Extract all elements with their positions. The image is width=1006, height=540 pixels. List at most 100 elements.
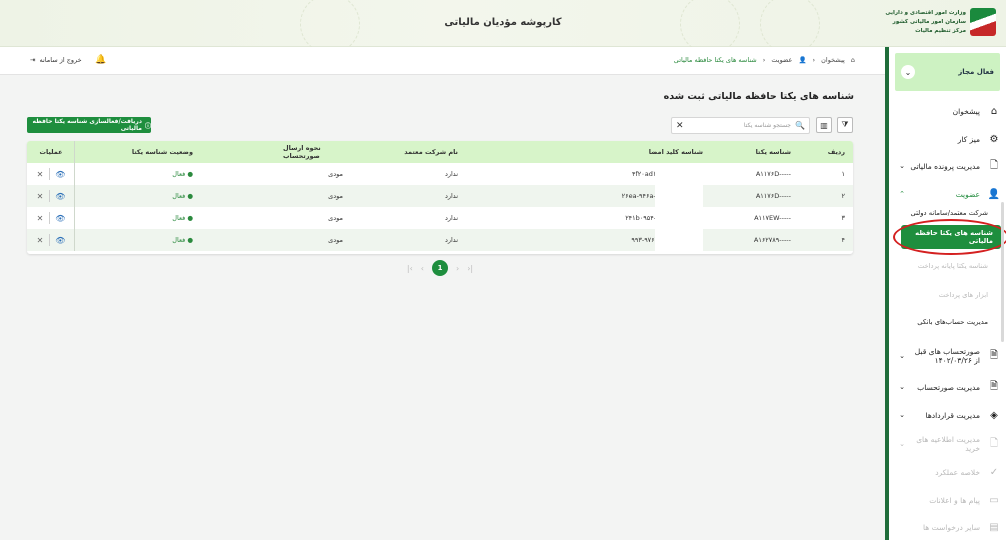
sidebar-item-label: سایر درخواست ها <box>922 522 980 532</box>
send-method: مودی <box>328 192 343 200</box>
view-icon[interactable]: 👁 <box>55 236 65 245</box>
row-actions: ✕ 👁 <box>27 229 75 251</box>
search-icon: 🔍 <box>795 121 805 130</box>
status-badge: فعال ● <box>172 236 193 244</box>
row-number: ۲ <box>841 192 846 200</box>
status-text: فعال <box>172 214 186 222</box>
column-header-status: وضعیت شناسه یکتا <box>131 148 193 156</box>
status-badge: فعال ● <box>172 170 193 178</box>
view-icon[interactable]: 👁 <box>55 214 65 223</box>
row-actions: ✕ 👁 <box>27 207 75 229</box>
column-header-trusted-company: نام شرکت معتمد <box>404 148 458 156</box>
sidebar-item-label: عضویت <box>955 189 980 199</box>
delete-icon[interactable]: ✕ <box>37 170 44 179</box>
submenu-payment-terminal: شناسه یکتا پایانه پرداخت <box>917 262 988 270</box>
redaction-mask <box>655 207 703 229</box>
breadcrumb: ⌂ پیشخوان ‹ 👤 عضویت ‹ شناسه های یکتا حاف… <box>674 56 855 64</box>
logout-button[interactable]: ⇥ خروج از سامانه <box>30 56 82 64</box>
unique-id: A۱۱۷۶D----- <box>755 192 791 200</box>
sidebar-scrollbar[interactable] <box>1001 202 1004 342</box>
sidebar-item-label: صورتحساب های قبل از ۱۴۰۲/۰۳/۲۶ <box>914 347 980 365</box>
redaction-mask <box>655 163 703 185</box>
bell-icon[interactable]: 🔔 <box>95 55 106 65</box>
request-icon: ▤ <box>989 521 999 533</box>
sidebar-item-messages: ▭ پیام ها و اعلانات <box>889 490 1006 510</box>
breadcrumb-dashboard[interactable]: پیشخوان <box>821 56 845 64</box>
send-method: مودی <box>328 214 343 222</box>
sidebar-item-dashboard[interactable]: ⌂ پیشخوان <box>889 101 1006 121</box>
view-icon[interactable]: 👁 <box>55 170 65 179</box>
sidebar-item-label: مدیریت اطلاعیه های خرید <box>916 435 980 453</box>
column-header-signing-key: شناسه کلید امضا <box>648 148 703 156</box>
chevron-down-icon: ⌄ <box>899 411 905 419</box>
search-box[interactable]: 🔍 جستجو شناسه یکتا ✕ <box>671 117 810 134</box>
row-number: ۴ <box>841 236 846 244</box>
home-icon: ⌂ <box>990 105 998 117</box>
search-input[interactable]: جستجو شناسه یکتا <box>684 122 795 129</box>
column-header-actions: عملیات <box>39 148 63 156</box>
first-page-icon[interactable]: |‹ <box>407 264 413 273</box>
trusted-company: ندارد <box>444 214 458 222</box>
redaction-mask <box>655 185 703 207</box>
status-badge: فعال ● <box>172 192 193 200</box>
sidebar-item-purchase-notices: 🗋 مدیریت اطلاعیه های خرید ⌄ <box>889 434 1006 454</box>
user-status-block[interactable]: فعال مجاز ⌄ <box>895 53 1000 91</box>
receive-unique-id-button[interactable]: ⓘ دریافت/فعالسازی شناسه یکتا حافظه مالیا… <box>27 117 151 133</box>
pagination: |‹ ‹ 1 › ›| <box>395 259 485 277</box>
chevron-down-icon: ⌄ <box>899 352 905 360</box>
view-icon[interactable]: 👁 <box>55 192 65 201</box>
sidebar-item-contracts[interactable]: ◈ مدیریت قراردادها ⌄ <box>889 405 1006 425</box>
sidebar-item-label: خلاصه عملکرد <box>935 467 980 477</box>
logo-line: سازمان امور مالیاتی کشور <box>892 18 966 25</box>
table-row: ۴ A۱۶۲۷۸۹----- ۹۹۳-۹۷۶۷-۷۸c۶۴۴۳۴۸۸۵e ندا… <box>27 229 853 251</box>
redaction-mask <box>655 229 703 251</box>
user-icon: 👤 <box>798 56 807 64</box>
delete-icon[interactable]: ✕ <box>37 214 44 223</box>
user-status-label: فعال مجاز <box>958 68 994 76</box>
submenu-bank-accounts[interactable]: مدیریت حساب‌های بانکی <box>889 318 1006 326</box>
delete-icon[interactable]: ✕ <box>37 236 44 245</box>
sidebar-item-label: مدیریت پرونده مالیاتی <box>910 161 980 171</box>
sidebar-item-other-requests: ▤ سایر درخواست ها <box>889 517 1006 537</box>
invoice-icon: 🗎 <box>989 380 999 392</box>
page-button-current[interactable]: 1 <box>432 260 448 276</box>
submenu-unique-ids-active[interactable]: شناسه های یکتا حافظه مالیاتی <box>893 219 1006 255</box>
contract-icon: ◈ <box>990 409 998 421</box>
top-bar: ⌂ پیشخوان ‹ 👤 عضویت ‹ شناسه های یکتا حاف… <box>0 47 885 75</box>
table-row: ۲ A۱۱۷۶D----- ۲۶ea-۹۴۶a-۳۲۶۳۳c۱d۲da۴۵ ند… <box>27 185 853 207</box>
columns-button[interactable]: ▥ <box>816 117 832 133</box>
table-row: ۳ A۱۱۷EW----- ۲۴۱b۰۹۵۴-۰۰۱۲۱۲۹ea۱e۹۳ ندا… <box>27 207 853 229</box>
column-divider <box>74 185 75 207</box>
sidebar-item-invoices[interactable]: 🗎 مدیریت صورتحساب ⌄ <box>889 377 1006 397</box>
next-page-icon[interactable]: › <box>456 264 459 273</box>
status-text: فعال <box>172 192 186 200</box>
column-header-row-number: ردیف <box>827 148 845 156</box>
action-divider <box>49 212 50 224</box>
trusted-company: ندارد <box>444 170 458 178</box>
chevron-down-icon[interactable]: ⌄ <box>901 65 915 79</box>
row-actions: ✕ 👁 <box>27 163 75 185</box>
prev-page-icon[interactable]: ‹ <box>421 264 424 273</box>
filter-button[interactable]: ⧩ <box>837 117 853 133</box>
send-method: مودی <box>328 236 343 244</box>
invoice-icon: 🗎 <box>989 349 999 361</box>
columns-icon: ▥ <box>820 120 828 130</box>
delete-icon[interactable]: ✕ <box>37 192 44 201</box>
emblem-icon <box>970 8 996 36</box>
unique-id: A۱۶۲۷۸۹----- <box>753 236 791 244</box>
logo-line: مرکز تنظیم مالیات <box>915 27 966 34</box>
sidebar-item-old-invoices[interactable]: 🗎 صورتحساب های قبل از ۱۴۰۲/۰۳/۲۶ ⌄ <box>889 342 1006 370</box>
last-page-icon[interactable]: ›| <box>467 264 473 273</box>
sidebar-item-tax-file[interactable]: 🗋 مدیریت پرونده مالیاتی ⌄ <box>889 156 1006 176</box>
submenu-trusted-company[interactable]: شرکت معتمد/سامانه دولتی <box>889 209 1006 217</box>
filter-icon: ⧩ <box>841 120 849 129</box>
logout-label: خروج از سامانه <box>39 56 82 64</box>
column-divider <box>74 207 75 229</box>
chevron-up-icon: ⌃ <box>899 190 905 198</box>
sidebar-item-workspace[interactable]: ⚙ میز کار <box>889 129 1006 149</box>
info-icon: ⓘ <box>144 122 151 130</box>
clear-search-icon[interactable]: ✕ <box>676 121 684 131</box>
table-row: ۱ A۱۱۷۶D----- ۴f۲۰ad۱e-۲۴d۱c۹۶۷abc ندارد… <box>27 163 853 185</box>
sidebar-item-membership[interactable]: 👤 عضویت ⌃ <box>889 184 1006 204</box>
breadcrumb-membership[interactable]: عضویت <box>771 56 792 64</box>
